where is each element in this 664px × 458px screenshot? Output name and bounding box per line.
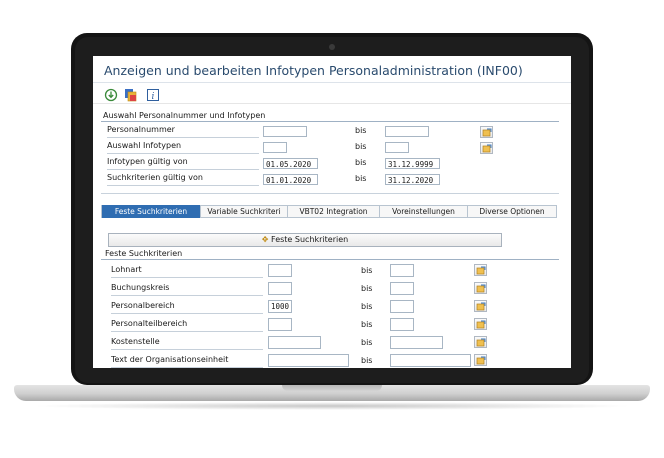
lohnart-from-field[interactable] [268, 264, 292, 277]
lohnart-to-field[interactable] [390, 264, 414, 277]
personalteilbereich-from-field[interactable] [268, 318, 292, 331]
suchkriterien-to-field[interactable]: 31.12.2020 [385, 174, 440, 185]
infotypen-from-field[interactable] [263, 142, 287, 153]
selection-section-line [101, 121, 559, 122]
multiple-selection-icon[interactable] [474, 282, 487, 294]
tab-feste-suchkriterien[interactable]: Feste Suchkriterien [102, 205, 201, 218]
selection-bottom-line [101, 193, 559, 194]
laptop-shadow [30, 402, 634, 410]
tab-variable-suchkriterien[interactable]: Variable Suchkriteri [201, 205, 288, 218]
personalbereich-bis-label: bis [361, 302, 373, 311]
multiple-selection-icon[interactable] [474, 336, 487, 348]
multiple-selection-icon[interactable] [474, 354, 487, 366]
toolbar-divider [93, 103, 571, 104]
multiple-selection-icon[interactable] [474, 300, 487, 312]
personalnummer-from-field[interactable] [263, 126, 307, 137]
feste-suchkriterien-button-label: Feste Suchkriterien [271, 235, 349, 244]
webcam [329, 44, 335, 50]
lohnart-bis-label: bis [361, 266, 373, 275]
personalteilbereich-bis-label: bis [361, 320, 373, 329]
multiple-selection-icon[interactable] [480, 142, 493, 154]
buchungskreis-bis-label: bis [361, 284, 373, 293]
buchungskreis-to-field[interactable] [390, 282, 414, 295]
infotypen-gueltig-bis-label: bis [355, 158, 367, 167]
suchkriterien-from-field[interactable]: 01.01.2020 [263, 174, 318, 185]
kostenstelle-bis-label: bis [361, 338, 373, 347]
personalbereich-label: Personalbereich [111, 301, 263, 314]
multiple-selection-icon[interactable] [474, 318, 487, 330]
tab-diverse-optionen[interactable]: Diverse Optionen [468, 205, 556, 218]
window-title: Anzeigen und bearbeiten Infotypen Person… [104, 63, 523, 78]
multiple-selection-icon[interactable] [480, 126, 493, 138]
kostenstelle-from-field[interactable] [268, 336, 321, 349]
svg-text:i: i [152, 92, 155, 102]
personalteilbereich-label: Personalteilbereich [111, 319, 263, 332]
infotypen-gueltig-to-field[interactable]: 31.12.9999 [385, 158, 440, 169]
personalbereich-to-field[interactable] [390, 300, 414, 313]
text-organisationseinheit-label: Text der Organisationseinheit [111, 355, 263, 368]
infotypen-gueltig-from-field[interactable]: 01.05.2020 [263, 158, 318, 169]
suchkriterien-bis-label: bis [355, 174, 367, 183]
laptop-notch [282, 385, 382, 391]
text-organisationseinheit-from-field[interactable] [268, 354, 349, 367]
personalnummer-bis-label: bis [355, 126, 367, 135]
personalteilbereich-to-field[interactable] [390, 318, 414, 331]
text-organisationseinheit-to-field[interactable] [390, 354, 471, 367]
feste-section-title: Feste Suchkriterien [105, 249, 183, 258]
buchungskreis-from-field[interactable] [268, 282, 292, 295]
sap-screen: Anzeigen und bearbeiten Infotypen Person… [93, 56, 571, 368]
selection-section-title: Auswahl Personalnummer und Infotypen [103, 111, 266, 120]
text-organisationseinheit-bis-label: bis [361, 356, 373, 365]
infotypen-gueltig-label: Infotypen gültig von [107, 157, 259, 170]
info-icon[interactable]: i [146, 87, 160, 102]
title-divider [93, 82, 571, 83]
lohnart-label: Lohnart [111, 265, 263, 278]
infotypen-to-field[interactable] [385, 142, 409, 153]
kostenstelle-label: Kostenstelle [111, 337, 263, 350]
multiple-selection-icon[interactable] [474, 264, 487, 276]
feste-section-line [101, 259, 559, 260]
kostenstelle-to-field[interactable] [390, 336, 443, 349]
buchungskreis-label: Buchungskreis [111, 283, 263, 296]
tab-vbt02-integration[interactable]: VBT02 Integration [288, 205, 380, 218]
feste-suchkriterien-button[interactable]: ✥ Feste Suchkriterien [108, 233, 502, 247]
personalnummer-to-field[interactable] [385, 126, 429, 137]
execute-icon[interactable] [104, 87, 118, 102]
personalbereich-from-field[interactable]: 1000 [268, 300, 292, 313]
personalnummer-label: Personalnummer [107, 125, 259, 138]
tab-voreinstellungen[interactable]: Voreinstellungen [380, 205, 468, 218]
move-icon: ✥ [261, 235, 269, 244]
infotypen-bis-label: bis [355, 142, 367, 151]
auswahl-infotypen-label: Auswahl Infotypen [107, 141, 259, 154]
suchkriterien-gueltig-label: Suchkriterien gültig von [107, 173, 259, 186]
variant-icon[interactable] [124, 87, 138, 102]
